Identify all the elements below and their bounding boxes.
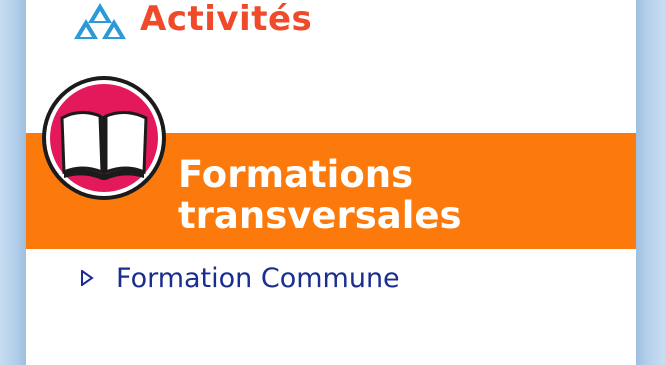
right-frame-border <box>636 0 665 365</box>
link-label: Formation Commune <box>116 262 400 294</box>
link-formation-commune[interactable]: Formation Commune <box>80 258 400 298</box>
left-frame-border <box>0 0 26 365</box>
section-title-line1: Formations <box>178 153 414 196</box>
triangle-logo-icon <box>74 3 126 39</box>
section-title: Formations transversales <box>178 154 462 236</box>
activities-title: Activités <box>140 0 313 39</box>
open-book-icon <box>42 76 166 200</box>
activities-header: Activités <box>72 0 312 44</box>
section-title-line2: transversales <box>178 194 462 237</box>
triangle-arrow-icon <box>81 270 94 286</box>
